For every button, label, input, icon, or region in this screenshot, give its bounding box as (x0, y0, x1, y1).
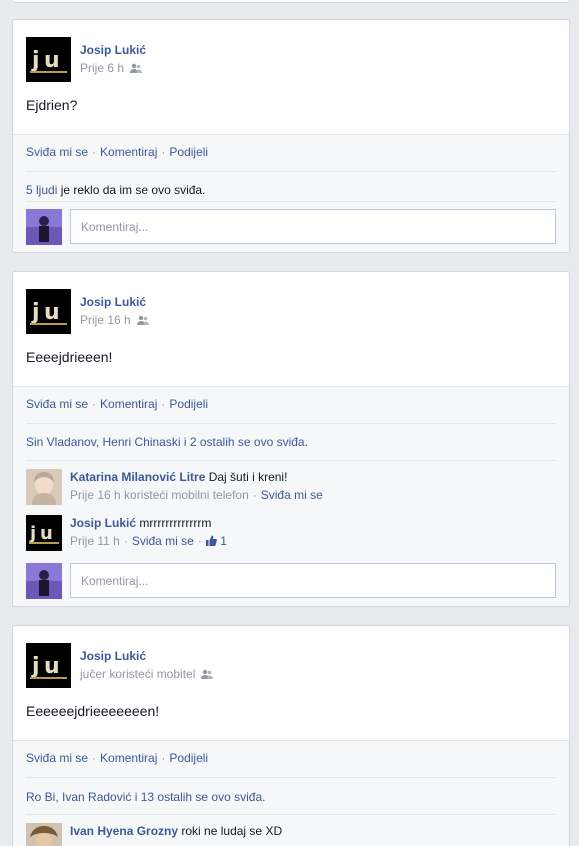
like-count: 1 (220, 534, 227, 548)
svg-text:j: j (31, 654, 40, 679)
commenter-avatar[interactable] (26, 469, 62, 505)
post-actions: Sviđa mi se · Komentiraj · Podijeli (26, 751, 209, 765)
author-name[interactable]: Josip Lukić (80, 43, 146, 57)
likes-summary[interactable]: Ro Bi, Ivan Radović i 13 ostalih se ovo … (26, 790, 265, 804)
comment-body: Josip Lukić mrrrrrrrrrrrrrm Prije 11 h · S… (70, 516, 227, 548)
thumbs-up-icon (205, 535, 217, 546)
author-avatar[interactable]: j u (26, 289, 71, 334)
friends-icon (130, 63, 143, 73)
svg-text:j: j (31, 48, 40, 73)
post-footer: Sviđa mi se · Komentiraj · Podijeli Sin Vlad… (13, 386, 569, 606)
svg-text:j: j (29, 523, 36, 544)
comment-body: Katarina Milanović Litre Daj šuti i kren… (70, 470, 323, 502)
post-time[interactable]: jučer koristeći mobitel (80, 667, 195, 681)
post-card: j u Josip Lukić Prije 16 h Eeeejdrieeen!… (12, 271, 570, 607)
comment-like-button[interactable]: Sviđa mi se (261, 488, 323, 502)
comment-like-count[interactable]: 1 (205, 534, 227, 548)
comment-button[interactable]: Komentiraj (100, 145, 157, 159)
commenter-avatar[interactable] (26, 823, 62, 846)
friends-icon (201, 669, 214, 679)
divider (26, 460, 556, 461)
divider (26, 814, 556, 815)
share-button[interactable]: Podijeli (169, 397, 208, 411)
author-avatar[interactable]: j u (26, 643, 71, 688)
comment-button[interactable]: Komentiraj (100, 751, 157, 765)
current-user-avatar (26, 209, 62, 245)
comment-body: Ivan Hyena Grozny roki ne ludaj se XD (70, 824, 282, 838)
like-button[interactable]: Sviđa mi se (26, 145, 88, 159)
post-text: Eeeeeejdrieeeeeeen! (26, 703, 160, 719)
divider (26, 423, 556, 424)
like-button[interactable]: Sviđa mi se (26, 751, 88, 765)
commenter-name[interactable]: Ivan Hyena Grozny (70, 824, 178, 838)
share-button[interactable]: Podijeli (169, 145, 208, 159)
post-meta: jučer koristeći mobitel (80, 667, 214, 681)
comment-time[interactable]: Prije 16 h koristeći mobilni telefon (70, 488, 249, 502)
comment: Katarina Milanović Litre Daj šuti i kren… (26, 469, 556, 505)
post-actions: Sviđa mi se · Komentiraj · Podijeli (26, 145, 209, 159)
post-text: Eeeejdrieeen! (26, 349, 113, 365)
post-card: j u Josip Lukić Prije 6 h Ejdrien? Sviđa… (12, 19, 570, 253)
comment-time[interactable]: Prije 11 h (70, 534, 120, 548)
like-button[interactable]: Sviđa mi se (26, 397, 88, 411)
comment-composer (26, 209, 556, 245)
commenter-avatar[interactable]: j u (26, 515, 62, 551)
post-actions: Sviđa mi se · Komentiraj · Podijeli (26, 397, 209, 411)
post-meta: Prije 16 h (80, 313, 149, 327)
current-user-avatar (26, 563, 62, 599)
comment-input[interactable] (70, 563, 556, 598)
likes-summary[interactable]: Sin Vladanov, Henri Chinaski i 2 ostalih… (26, 435, 308, 449)
likes-text: je reklo da im se ovo sviđa. (57, 183, 206, 197)
post-text: Ejdrien? (26, 97, 78, 113)
divider (26, 777, 556, 778)
author-name[interactable]: Josip Lukić (80, 295, 146, 309)
post-card: j u Josip Lukić jučer koristeći mobitel … (12, 625, 570, 846)
post-footer: Sviđa mi se · Komentiraj · Podijeli Ro Bi, I… (13, 740, 569, 846)
friends-icon (136, 315, 149, 325)
post-meta: Prije 6 h (80, 61, 143, 75)
divider (26, 201, 556, 202)
comment-input[interactable] (70, 209, 556, 244)
author-avatar[interactable]: j u (26, 37, 71, 82)
commenter-name[interactable]: Katarina Milanović Litre (70, 470, 205, 484)
comment-composer (26, 563, 556, 599)
comment-text: Daj šuti i kreni! (208, 470, 288, 484)
post-footer: Sviđa mi se · Komentiraj · Podijeli 5 ljudi … (13, 134, 569, 252)
share-button[interactable]: Podijeli (169, 751, 208, 765)
author-name[interactable]: Josip Lukić (80, 649, 146, 663)
post-time[interactable]: Prije 16 h (80, 313, 131, 327)
comment: Ivan Hyena Grozny roki ne ludaj se XD (26, 823, 556, 846)
likes-count-link[interactable]: 5 ljudi (26, 183, 57, 197)
post-time[interactable]: Prije 6 h (80, 61, 124, 75)
comment-like-button[interactable]: Sviđa mi se (132, 534, 194, 548)
previous-post-card (12, 0, 570, 3)
commenter-name[interactable]: Josip Lukić (70, 516, 136, 530)
divider (26, 171, 556, 172)
comment-button[interactable]: Komentiraj (100, 397, 157, 411)
likes-summary: 5 ljudi je reklo da im se ovo sviđa. (26, 183, 205, 197)
comment-text: mrrrrrrrrrrrrrm (139, 516, 212, 530)
svg-text:j: j (31, 300, 40, 325)
comment-meta: Prije 16 h koristeći mobilni telefon · Svi… (70, 488, 323, 502)
comment: j u Josip Lukić mrrrrrrrrrrrrrm Prije 11… (26, 515, 556, 551)
svg-text:u: u (44, 48, 60, 73)
svg-text:u: u (44, 300, 60, 325)
comment-text: roki ne ludaj se XD (181, 824, 283, 838)
svg-text:u: u (44, 654, 60, 679)
svg-text:u: u (40, 523, 53, 544)
comment-meta: Prije 11 h · Sviđa mi se · 1 (70, 534, 227, 548)
